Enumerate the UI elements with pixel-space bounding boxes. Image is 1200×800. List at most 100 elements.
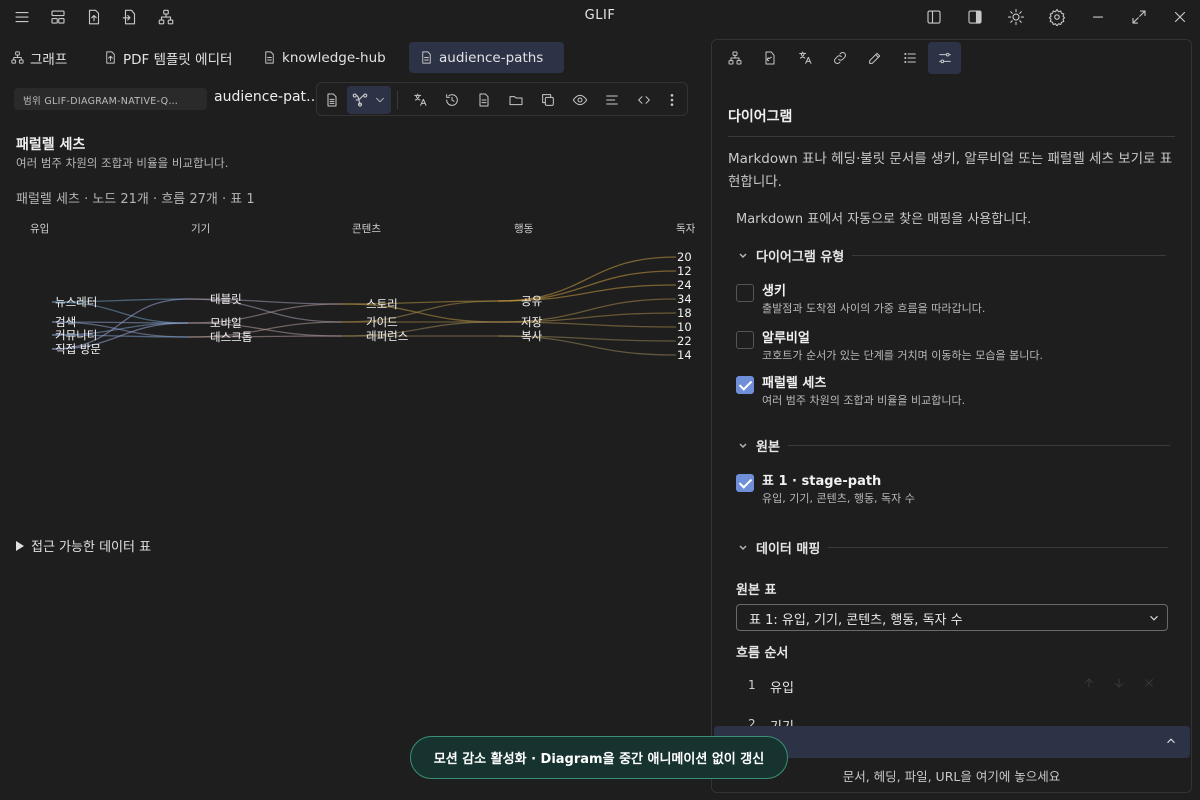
tab-label: knowledge-hub <box>282 49 386 66</box>
node-label[interactable]: 스토리 <box>366 297 398 311</box>
sankey-checkbox[interactable] <box>736 284 754 302</box>
node-label[interactable]: 태블릿 <box>210 292 242 306</box>
tab-label: PDF 템플릿 에디터 <box>123 51 233 68</box>
source-section-header[interactable]: 원본 <box>738 436 1170 455</box>
history-icon[interactable] <box>441 89 463 111</box>
flow-ribbons <box>51 256 677 356</box>
accessible-table-label: 접근 가능한 데이터 표 <box>31 540 152 555</box>
gear-icon[interactable] <box>1047 7 1067 27</box>
node-label[interactable]: 레퍼런스 <box>366 329 408 343</box>
node-label[interactable]: 34 <box>677 292 692 306</box>
node-label[interactable]: 20 <box>677 250 692 264</box>
node-label[interactable]: 12 <box>677 264 692 278</box>
data-mapping-section-header[interactable]: 데이터 매핑 <box>738 538 1169 557</box>
tab-audience-paths[interactable]: audience-paths <box>409 42 564 73</box>
sun-icon[interactable] <box>1006 7 1026 27</box>
option-description: 코호트가 순서가 있는 단계를 거치며 이동하는 모습을 봅니다. <box>762 349 1043 362</box>
chevron-down-icon <box>1150 615 1158 621</box>
source-checkbox[interactable] <box>736 474 754 492</box>
link-icon[interactable] <box>823 42 856 74</box>
alluvial-checkbox[interactable] <box>736 331 754 349</box>
source-table-option[interactable]: 표 1 · stage-path 유입, 기기, 콘텐츠, 행동, 독자 수 <box>736 470 1176 512</box>
align-icon[interactable] <box>601 89 623 111</box>
tab-bar: 그래프 PDF 템플릿 에디터 knowledge-hub audience-p… <box>0 40 705 74</box>
flow-order-item[interactable]: 1 유입 <box>748 674 1168 698</box>
dimension-label: 유입 <box>30 222 49 235</box>
panel-heading: 다이어그램 <box>728 109 793 125</box>
document-name[interactable]: audience-pat… <box>214 89 320 105</box>
translate-icon[interactable] <box>409 89 431 111</box>
remove-icon[interactable] <box>1142 676 1158 692</box>
node-label[interactable]: 데스크톱 <box>210 330 252 344</box>
option-description: 여러 범주 차원의 조합과 비율을 비교합니다. <box>762 394 966 407</box>
node-label[interactable]: 직접 방문 <box>55 342 101 356</box>
section-label: 다이어그램 유형 <box>756 250 845 265</box>
node-label[interactable]: 14 <box>677 348 692 362</box>
option-description: 출발점과 도착점 사이의 가중 흐름을 따라갑니다. <box>762 302 986 315</box>
dimension-label: 독자 <box>676 223 696 235</box>
tab-label: 그래프 <box>30 51 68 68</box>
arrow-up-icon[interactable] <box>1082 676 1098 692</box>
sitemap-icon[interactable] <box>718 42 751 74</box>
document-icon[interactable] <box>321 89 343 111</box>
option-description: 유입, 기기, 콘텐츠, 행동, 독자 수 <box>762 492 915 505</box>
sliders-icon[interactable] <box>928 42 961 74</box>
diagram-description: 여러 범주 차원의 조합과 비율을 비교합니다. <box>16 156 229 170</box>
diagram-icon <box>352 93 368 107</box>
accessible-data-table-toggle[interactable]: 접근 가능한 데이터 표 <box>16 536 151 555</box>
toast-message: 모션 감소 활성화 · Diagram을 중간 애니메이션 없이 갱신 <box>433 752 765 767</box>
sidebar-left-icon[interactable] <box>924 7 944 27</box>
node-label[interactable]: 뉴스레터 <box>55 295 97 309</box>
divider <box>828 547 1169 548</box>
node-label[interactable]: 공유 <box>521 294 542 308</box>
more-vertical-icon[interactable] <box>661 89 683 111</box>
option-alluvial[interactable]: 알루비얼 코호트가 순서가 있는 단계를 거치며 이동하는 모습을 봅니다. <box>736 327 1176 369</box>
folder-icon[interactable] <box>505 89 527 111</box>
tab-knowledge-hub[interactable]: knowledge-hub <box>252 42 396 73</box>
list-icon[interactable] <box>893 42 926 74</box>
diagram-view-button[interactable] <box>347 86 391 114</box>
node-label[interactable]: 22 <box>677 334 692 348</box>
toolbar-divider <box>397 91 398 109</box>
tab-pdf-template-editor[interactable]: PDF 템플릿 에디터 <box>93 42 242 73</box>
option-title: 표 1 · stage-path <box>762 474 882 489</box>
dimension-label: 기기 <box>191 223 210 235</box>
option-title: 패럴렐 세츠 <box>762 376 827 391</box>
chevron-up-icon <box>1167 738 1175 744</box>
code-icon[interactable] <box>633 89 655 111</box>
node-label[interactable]: 24 <box>677 278 692 292</box>
translate-icon[interactable] <box>788 42 821 74</box>
node-label[interactable]: 가이드 <box>366 315 398 329</box>
node-label[interactable]: 모바일 <box>210 316 242 330</box>
node-label[interactable]: 복사 <box>521 329 543 343</box>
close-icon[interactable] <box>1170 7 1190 27</box>
flow-order-label: 흐름 순서 <box>736 646 789 661</box>
node-label[interactable]: 저장 <box>521 315 543 329</box>
option-sankey[interactable]: 생키 출발점과 도착점 사이의 가중 흐름을 따라갑니다. <box>736 280 1176 322</box>
minimize-icon[interactable] <box>1088 7 1108 27</box>
arrow-down-icon[interactable] <box>1112 676 1128 692</box>
node-label[interactable]: 커뮤니티 <box>55 328 97 342</box>
section-label: 원본 <box>756 440 780 455</box>
tab-graph[interactable]: 그래프 <box>0 42 77 73</box>
diagram-type-section-header[interactable]: 다이어그램 유형 <box>738 246 1167 265</box>
file-link-icon[interactable] <box>753 42 786 74</box>
node-label[interactable]: 10 <box>677 320 692 334</box>
node-label[interactable]: 18 <box>677 306 692 320</box>
scope-badge[interactable]: 범위 GLIF-DIAGRAM-NATIVE-Q… <box>14 88 207 110</box>
eye-icon[interactable] <box>569 89 591 111</box>
maximize-icon[interactable] <box>1129 7 1149 27</box>
source-table-select[interactable]: 표 1: 유입, 기기, 콘텐츠, 행동, 독자 수 <box>736 604 1168 631</box>
parallel-sets-checkbox[interactable] <box>736 376 754 394</box>
dimension-label: 행동 <box>514 223 534 235</box>
edit-icon[interactable] <box>858 42 891 74</box>
file-icon <box>265 51 274 64</box>
copy-icon[interactable] <box>537 89 559 111</box>
file-text-icon[interactable] <box>473 89 495 111</box>
option-parallel-sets[interactable]: 패럴렐 세츠 여러 범주 차원의 조합과 비율을 비교합니다. <box>736 372 1176 414</box>
diagram-toolbar <box>316 82 688 116</box>
sidebar-right-icon[interactable] <box>965 7 985 27</box>
dimension-labels: 유입 기기 콘텐츠 행동 독자 <box>30 222 696 235</box>
node-label[interactable]: 검색 <box>55 315 76 329</box>
panel-description: Markdown 표나 헤딩·불릿 문서를 생키, 알루비얼 또는 패럴렐 세츠… <box>728 151 1173 190</box>
